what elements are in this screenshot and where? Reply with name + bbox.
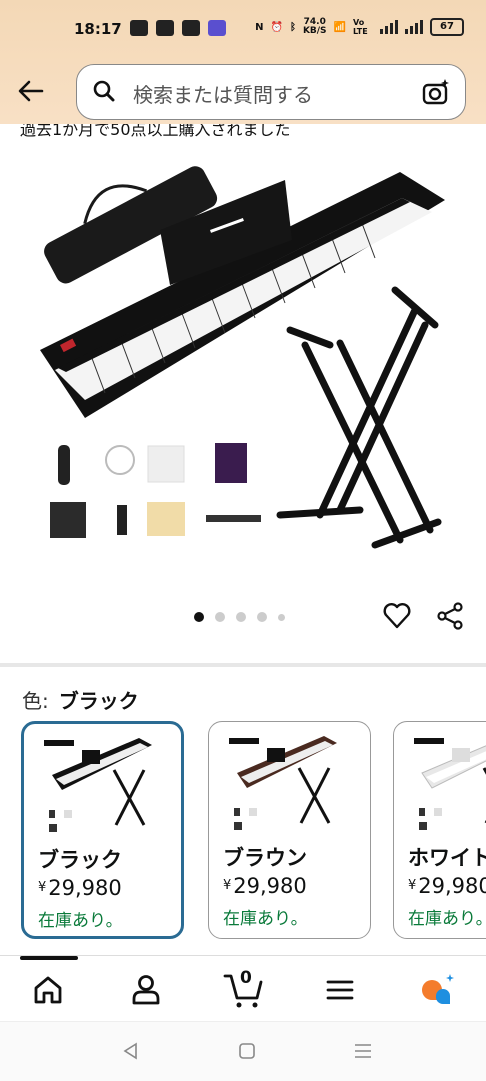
- variant-name: ブラック: [38, 848, 122, 872]
- variant-price: ¥29,980: [223, 874, 307, 898]
- bluetooth-icon: ᛒ: [289, 21, 296, 33]
- notification-icon: [130, 20, 148, 36]
- system-status: N ⏰ ᛒ 74.0 KB/S 📶 Vo LTE 67: [255, 18, 464, 36]
- pagination-dot: [236, 612, 246, 622]
- variation-selected: ブラック: [58, 689, 139, 713]
- network-speed: 74.0 KB/S: [302, 17, 327, 36]
- color-option-black[interactable]: ブラック ¥29,980 在庫あり。: [21, 721, 184, 939]
- variant-name: ブラウン: [223, 846, 307, 870]
- share-icon[interactable]: [436, 602, 464, 630]
- back-arrow-icon[interactable]: [16, 76, 46, 106]
- app-header: 検索または質問する: [0, 62, 486, 124]
- system-nav-bar: [0, 1021, 486, 1081]
- notification-icon: [156, 20, 174, 36]
- pagination-dot: [215, 612, 225, 622]
- variant-stock: 在庫あり。: [408, 909, 486, 929]
- status-bar: 18:17 N ⏰ ᛒ 74.0 KB/S 📶 Vo LTE 67: [0, 0, 486, 62]
- search-input[interactable]: 検索または質問する: [133, 79, 313, 108]
- keyboard-stand-image: [276, 286, 442, 549]
- color-options: ブラック ¥29,980 在庫あり。 ブラウン ¥29,980 在庫あり。 ホワ…: [21, 721, 486, 943]
- variation-label-row: 色: ブラック: [22, 685, 139, 714]
- bottom-tab-bar: 0: [0, 955, 486, 1022]
- account-icon[interactable]: [126, 970, 166, 1010]
- nav-home-icon[interactable]: [236, 1040, 258, 1062]
- pagination-dot: [278, 613, 285, 621]
- nav-recents-icon[interactable]: [352, 1040, 374, 1062]
- status-time: 18:17: [74, 20, 122, 38]
- variant-stock: 在庫あり。: [223, 909, 308, 929]
- purchase-note: 過去1か月で50点以上購入されました: [20, 124, 291, 139]
- nfc-icon: N: [255, 21, 264, 33]
- section-divider: [0, 663, 486, 667]
- alarm-icon: ⏰: [270, 21, 283, 33]
- battery-indicator: 67: [430, 18, 464, 36]
- heart-icon[interactable]: [382, 600, 412, 630]
- cart-icon[interactable]: 0: [222, 968, 266, 1012]
- nav-back-icon[interactable]: [120, 1040, 142, 1062]
- notification-icon: [182, 20, 200, 36]
- variant-stock: 在庫あり。: [38, 911, 123, 931]
- camera-icon[interactable]: [421, 77, 451, 107]
- pagination-dot: [257, 612, 267, 622]
- image-pagination: [194, 612, 285, 622]
- search-icon: [93, 80, 115, 102]
- variation-label: 色:: [22, 689, 49, 713]
- search-bar[interactable]: 検索または質問する: [76, 64, 466, 120]
- variant-thumbnail: [229, 736, 337, 830]
- menu-icon[interactable]: [320, 970, 360, 1010]
- variant-price: ¥29,980: [38, 876, 122, 900]
- color-option-white[interactable]: ホワイト ¥29,980 在庫あり。: [393, 721, 486, 939]
- signal-icon: [405, 20, 423, 34]
- pagination-dot-active: [194, 612, 204, 622]
- variant-thumbnail: [44, 738, 152, 832]
- accessories-image: [50, 443, 261, 538]
- cart-count: 0: [240, 968, 252, 988]
- active-tab-indicator: [20, 956, 78, 960]
- signal-icon: [380, 20, 398, 34]
- variant-thumbnail: [414, 738, 486, 830]
- color-option-brown[interactable]: ブラウン ¥29,980 在庫あり。: [208, 721, 371, 939]
- product-image[interactable]: [30, 160, 460, 560]
- notification-icon: [208, 20, 226, 36]
- variant-name: ホワイト: [408, 846, 486, 870]
- rufus-icon[interactable]: [418, 970, 458, 1010]
- variant-price: ¥29,980: [408, 874, 486, 898]
- notification-icons: [130, 20, 226, 36]
- home-icon[interactable]: [28, 970, 68, 1010]
- wifi-icon: 📶: [333, 21, 346, 33]
- volte-label: Vo LTE: [353, 18, 368, 36]
